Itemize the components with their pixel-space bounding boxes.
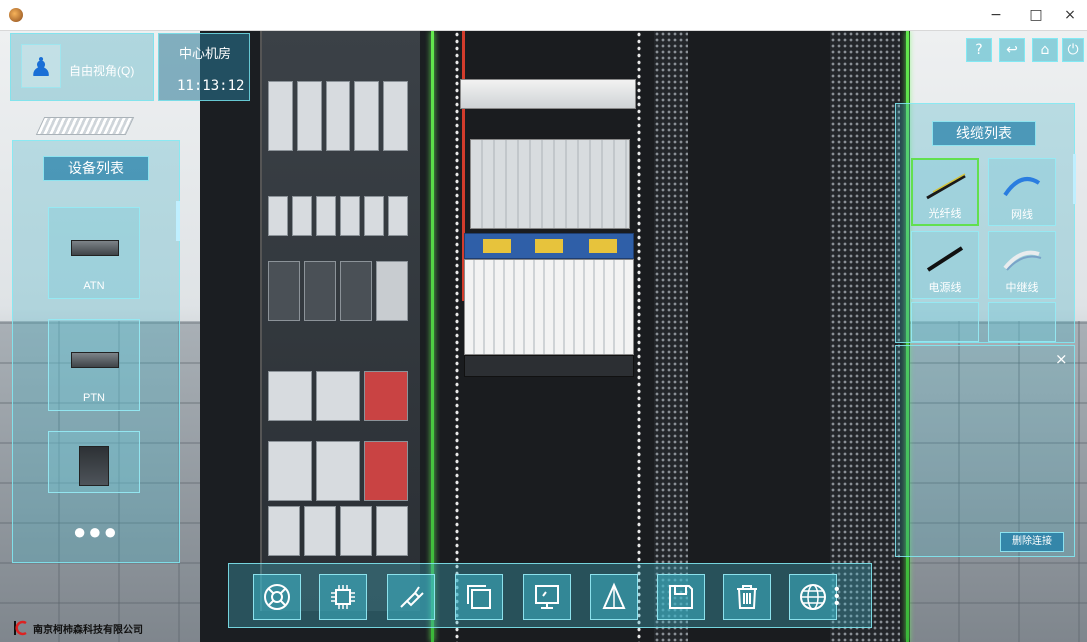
cable-item-power[interactable]: 电源线 — [911, 231, 979, 299]
app-icon — [9, 8, 23, 22]
window-titlebar: − □ × — [0, 0, 1087, 31]
breaker-row — [268, 506, 408, 556]
cabinet-device-icon — [79, 446, 109, 486]
return-button[interactable]: ↩ — [999, 38, 1025, 62]
device-item-label: ATN — [83, 280, 105, 292]
chip-icon — [331, 585, 355, 609]
power-cable-icon — [926, 246, 964, 272]
close-icon[interactable]: × — [1055, 350, 1068, 368]
perforated-door — [830, 31, 900, 642]
triangle-icon — [602, 582, 626, 609]
device-list-panel: 设备列表 ATN PTN ●●● — [12, 140, 180, 563]
cable-item-label: 中继线 — [1005, 282, 1039, 294]
device-item-cabinet[interactable] — [48, 431, 140, 493]
delete-button[interactable] — [723, 574, 771, 620]
cabinet-highlight — [431, 31, 434, 642]
cable-list-panel: 线缆列表 光纤线 网线 电源线 中继线 — [895, 103, 1076, 343]
cable-item-trunk[interactable]: 中继线 — [988, 231, 1056, 299]
breaker-row — [268, 196, 408, 236]
breaker-row — [268, 441, 408, 501]
lifebuoy-icon — [264, 584, 290, 610]
more-dots[interactable]: ●●● — [73, 519, 119, 545]
cable-item-network[interactable]: 网线 — [988, 158, 1056, 226]
globe-icon — [800, 584, 826, 610]
breaker-row — [268, 81, 408, 151]
person-icon: ♟ — [21, 44, 61, 88]
home-icon: ⌂ — [1040, 42, 1050, 58]
ceiling-light — [35, 117, 135, 135]
trash-icon — [737, 585, 757, 609]
company-logo-icon — [14, 620, 27, 636]
power-cabinet[interactable] — [200, 31, 440, 642]
copy-button[interactable] — [455, 574, 503, 620]
power-button[interactable]: ⏻ — [1062, 38, 1084, 62]
help-icon: ? — [975, 42, 983, 58]
return-icon: ↩ — [1006, 42, 1018, 58]
bottom-toolbar: • • • — [228, 563, 872, 628]
cable-item-partial[interactable] — [988, 302, 1056, 342]
transmission-shelf[interactable] — [464, 259, 634, 355]
equipment-cabinet[interactable] — [440, 31, 910, 642]
save-icon — [669, 585, 693, 609]
delete-connection-button[interactable]: 删除连接 — [1000, 532, 1064, 552]
company-logo: 南京柯柿森科技有限公司 — [13, 619, 143, 637]
cable-list-scrollbar[interactable] — [1073, 154, 1076, 204]
device-list-title: 设备列表 — [43, 156, 149, 181]
close-button[interactable]: × — [1050, 0, 1087, 31]
connection-panel: × 删除连接 — [895, 345, 1075, 557]
rack-rail — [636, 31, 642, 642]
room-name: 中心机房 — [179, 46, 232, 61]
odf-unit[interactable] — [460, 79, 636, 109]
breaker-row — [268, 371, 408, 421]
cable-item-label: 光纤线 — [928, 208, 962, 220]
triangle-button[interactable] — [590, 574, 638, 620]
cable-item-partial[interactable] — [911, 302, 979, 342]
monitor-icon — [535, 585, 559, 609]
clock: 11:13:12 — [177, 78, 245, 94]
save-button[interactable] — [657, 574, 705, 620]
room-info: 中心机房 11:13:12 — [158, 33, 250, 101]
cable-item-label: 电源线 — [928, 282, 962, 294]
fan-unit[interactable] — [470, 139, 630, 229]
company-name: 南京柯柿森科技有限公司 — [33, 624, 143, 636]
cable-item-label: 网线 — [1011, 209, 1033, 221]
network-cable-icon — [1003, 177, 1041, 197]
shelf-base — [464, 355, 634, 377]
minimize-button[interactable]: − — [976, 0, 1016, 31]
more-vertical-icon[interactable]: • • • — [834, 582, 840, 612]
device-list-scrollbar[interactable] — [176, 201, 180, 241]
ptn-device-icon — [71, 352, 119, 368]
atn-device-icon — [71, 240, 119, 256]
view-mode-label: 自由视角(Q) — [69, 64, 135, 78]
view-mode-box[interactable]: ♟ 自由视角(Q) — [10, 33, 154, 101]
monitor-button[interactable] — [523, 574, 571, 620]
shelf-header — [464, 233, 634, 259]
perforated-door — [654, 31, 688, 642]
plug-button[interactable] — [387, 574, 435, 620]
breaker-row — [268, 261, 408, 321]
cable-item-fiber[interactable]: 光纤线 — [911, 158, 979, 226]
device-item-atn[interactable]: ATN — [48, 207, 140, 299]
copy-icon — [467, 585, 491, 609]
chip-button[interactable] — [319, 574, 367, 620]
fiber-cable-icon — [926, 173, 966, 200]
power-icon: ⏻ — [1067, 42, 1079, 58]
device-item-ptn[interactable]: PTN — [48, 319, 140, 411]
help-button[interactable]: ? — [966, 38, 992, 62]
device-item-label: PTN — [83, 392, 105, 404]
plug-icon — [400, 586, 424, 608]
cable-list-title: 线缆列表 — [932, 121, 1036, 146]
trunk-cable-icon — [1003, 250, 1042, 271]
globe-button[interactable] — [789, 574, 837, 620]
home-button[interactable]: ⌂ — [1032, 38, 1058, 62]
lifebuoy-button[interactable] — [253, 574, 301, 620]
rack-rail — [454, 31, 460, 642]
